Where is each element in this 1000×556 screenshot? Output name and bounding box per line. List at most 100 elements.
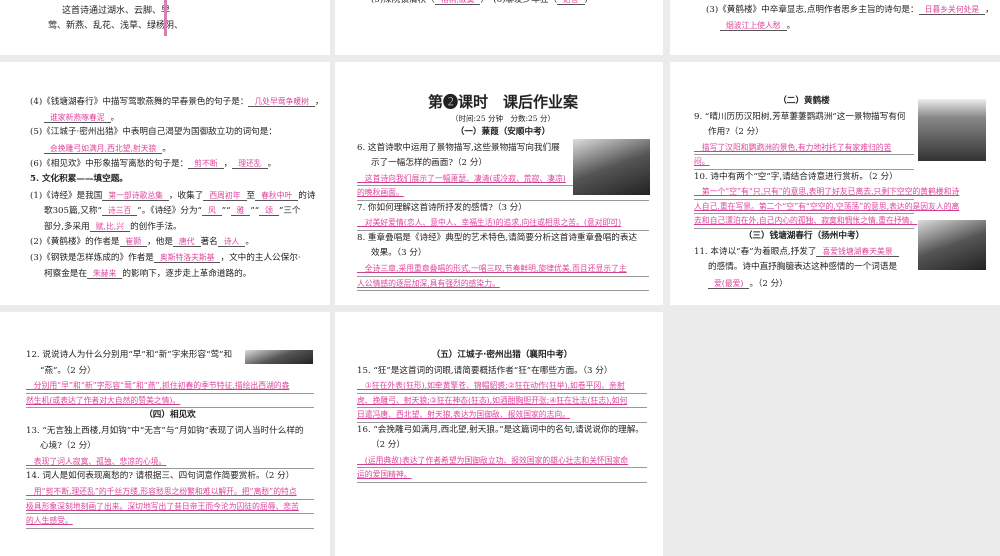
answer-blank: 爱(最爱) bbox=[708, 278, 750, 289]
text-line: 歌305篇,又称“ 诗三百 ”。《诗经》分为“ 风 ”“ 雅 ”“ 颂 ”三个 bbox=[30, 203, 324, 219]
yellow-crane-tower-photo bbox=[918, 99, 986, 161]
text: 5. 文化积累——填空题。 bbox=[30, 173, 128, 184]
text: (5)《江城子·密州出猎》中表明自己渴望为国御敌立功的词句是： bbox=[30, 127, 277, 138]
text: 人公情感的逐层加深,具有强烈的感染力。 bbox=[357, 278, 500, 288]
answer-blank: 梧桐,寂寞 bbox=[434, 0, 481, 5]
text: ， bbox=[223, 159, 233, 170]
text-line: 作用?（2 分） bbox=[694, 125, 914, 141]
text-line: 5. 文化积累——填空题。 bbox=[30, 172, 324, 188]
answer-line: 虎、挽雕弓、射天狼;③狂在神态(狂态),如酒酣胸胆开张;④狂在壮志(狂志),如何 bbox=[357, 394, 647, 409]
text-line: 效果。（3 分） bbox=[357, 246, 649, 262]
text: 的诗 bbox=[298, 190, 316, 201]
panel-text: （二）黄鹤楼 9. “晴川历历汉阳树,芳草萋萋鹦鹉洲”这一景物描写有何 作用?（2 … bbox=[694, 94, 959, 291]
text: 。 bbox=[245, 237, 254, 248]
panel-text: （4）《钱塘湖春行》这首诗通过湖水、云脚、早莺、新燕、乱花、浅草、绿杨阴、 bbox=[48, 0, 183, 35]
text: (3)《黄鹤楼》中卒章显志,点明作者思乡主旨的诗句是： bbox=[706, 5, 919, 15]
answer-blank: 第一部诗歌总集 bbox=[102, 190, 169, 201]
text: ，收集了 bbox=[168, 190, 204, 201]
text: ） bbox=[584, 0, 594, 5]
text: 描写了汉阳和鹦鹉洲的景色,有力地衬托了有家难归的苦 bbox=[694, 142, 892, 152]
page-panel-fill-blanks: (4)《钱塘湖春行》中描写莺歌燕舞的早春景色的句子是： 几处早莺争暖树，谁家新燕啄… bbox=[0, 62, 330, 305]
text: （时间:25 分钟 分数:25 分） bbox=[451, 114, 555, 123]
answer-blank: 烟波江上使人愁 bbox=[720, 20, 787, 31]
text-line: (3)《黄鹤楼》中卒章显志,点明作者思乡主旨的诗句是： 日暮乡关何处是， bbox=[706, 2, 994, 18]
answer-line: 描写了汉阳和鹦鹉洲的景色,有力地衬托了有家难归的苦 bbox=[694, 141, 914, 156]
text-line: 心境?（2 分） bbox=[26, 439, 314, 455]
page-panel-homework: 第❷课时 课后作业案 （时间:25 分钟 分数:25 分） （一）蒹葭（安顺中考） 6… bbox=[335, 62, 663, 305]
answer-blank: 唐代 bbox=[172, 237, 201, 248]
text-line: 会挽雕弓如满月,西北望,射天狼。 bbox=[30, 141, 324, 157]
section-heading: （二）黄鹤楼 bbox=[694, 94, 914, 110]
answer-blank: 几处早莺争暖树 bbox=[248, 97, 316, 107]
answer-line: 运的爱国精神。 bbox=[357, 468, 647, 483]
text-line: 8. 重章叠唱是《诗经》典型的艺术特色,请简要分析这首诗重章叠唱的表达 bbox=[357, 231, 649, 247]
text: （一）蒹葭 bbox=[455, 127, 499, 137]
answer-line: 对美好爱情(恋人、意中人、幸福生活)的追求,向往或相思之苦。(意对即可) bbox=[357, 216, 649, 231]
text: 心境?（2 分） bbox=[40, 441, 96, 452]
page-panel-yellow-crane: （二）黄鹤楼 9. “晴川历历汉阳树,芳草萋萋鹦鹉洲”这一景物描写有何 作用?（2 … bbox=[670, 62, 1000, 305]
text: 7. 你如何理解这首诗所抒发的感情?（3 分） bbox=[357, 202, 527, 213]
answer-line: 全诗三章,采用重章叠唱的形式,一唱三叹,节奏鲜明,旋律优美,而且还显示了主 bbox=[357, 262, 649, 277]
answer-line: 日遣冯唐、西北望、射天狼,表达为国御敌、报效国家的志向。 bbox=[357, 408, 647, 423]
text: 第❷课时 课后作业案 bbox=[427, 93, 578, 111]
text: ，他是 bbox=[147, 237, 173, 248]
text: （安顺中考） bbox=[498, 127, 551, 137]
panel-text: (3)《黄鹤楼》中卒章显志,点明作者思乡主旨的诗句是： 日暮乡关何处是， 烟波江上使… bbox=[706, 2, 994, 33]
text-line: 谁家新燕啄春泥。 bbox=[30, 110, 324, 126]
text: 去和自己漂泊在外,自己内心的孤独、寂寞和惆怅之情,重在抒情。 bbox=[694, 216, 918, 226]
answer-line: 表现了词人寂寞、孤独、悲凉的心境。 bbox=[26, 455, 314, 470]
panel-text: 热情。 bbox=[176, 0, 203, 5]
text-line: 这首诗通过湖水、云脚、早 bbox=[48, 4, 183, 20]
page-panel-top-left: （4）《钱塘湖春行》这首诗通过湖水、云脚、早莺、新燕、乱花、浅草、绿杨阴、 热情… bbox=[0, 0, 330, 55]
lake-photo bbox=[245, 350, 313, 364]
text: 13. “无言独上西楼,月如钩”中“无言”与“月如钩”表现了词人当时什么样的 bbox=[26, 425, 304, 436]
text-line: 15. “狂”是这首词的词眼,请简要概括作者“狂”在哪些方面。（3 分） bbox=[357, 364, 647, 380]
text: (3)《钢铁是怎样炼成的》作者是 bbox=[30, 252, 154, 263]
text-line: （2 分） bbox=[357, 438, 647, 454]
text: ） (6)聊发少年狂（ bbox=[480, 0, 558, 5]
answer-blank: 日暮乡关何处是 bbox=[918, 5, 986, 15]
text: (4)《钱塘湖春行》中描写莺歌燕舞的早春景色的句子是： bbox=[30, 97, 249, 107]
text: 。 bbox=[162, 143, 171, 154]
text: ”。《诗经》分为“ bbox=[137, 206, 202, 217]
answer-line: 然生机(或表达了作者对大自然的赞美之情)。 bbox=[26, 394, 314, 409]
answer-line: 用“剪不断,理还乱”的千丝万缕,形容愁思之纷繁和难以解开。把“离愁”的特点 bbox=[26, 485, 314, 500]
text: 示了一幅怎样的画面?（2 分） bbox=[371, 158, 487, 169]
answer-blank: 诗人 bbox=[217, 237, 246, 248]
text: 著名 bbox=[200, 237, 218, 248]
panel-text: 12. 说说诗人为什么分别用“早”和“新”字来形容“莺”和 “燕”。（2 分） 分… bbox=[26, 348, 314, 529]
answer-line: ①狂在外表(狂形),如牵黄擎苍、锦帽貂裘;②狂在动作(狂举),如卷平冈、亲射 bbox=[357, 379, 647, 394]
section-heading: （三）钱塘湖春行（扬州中考） bbox=[694, 229, 914, 245]
text: 的影响下，逐步走上革命道路的。 bbox=[122, 268, 252, 279]
answer-line: 极具形象深刻地刻画了出来。深切地写出了昔日帝王而今沦为囚徒的屈辱、悲苦 bbox=[26, 500, 314, 515]
text: ”三个 bbox=[278, 206, 301, 217]
answer-blank: 颂 bbox=[259, 206, 279, 217]
answer-line: 人公情感的逐层加深,具有强烈的感染力。 bbox=[357, 277, 649, 292]
text: 的人生感受。 bbox=[26, 516, 73, 526]
text: ， bbox=[315, 97, 324, 107]
text: (5)深院锁清秋（ bbox=[371, 0, 435, 5]
section-heading: （四）相见欢 bbox=[26, 408, 314, 424]
text-line: (2)《黄鹤楼》的作者是 崔颢 ，他是 唐代 著名 诗人。 bbox=[30, 234, 324, 250]
text: ，文中的主人公保尔· bbox=[220, 252, 301, 263]
text: 闷。 bbox=[694, 157, 710, 167]
answer-blank: 春秋中叶 bbox=[255, 190, 299, 201]
text: 15. “狂”是这首词的词眼,请简要概括作者“狂”在哪些方面。（3 分） bbox=[357, 365, 613, 376]
page-panel-top-middle: (5)深院锁清秋（梧桐,寂寞） (6)聊发少年狂（始言） bbox=[335, 0, 663, 55]
text: 虎、挽雕弓、射天狼;③狂在神态(狂态),如酒酣胸胆开张;④狂在壮志(狂志),如何 bbox=[357, 395, 628, 405]
panel-text: (4)《钱塘湖春行》中描写莺歌燕舞的早春景色的句子是： 几处早莺争暖树，谁家新燕啄… bbox=[30, 94, 324, 281]
text: 热情。 bbox=[176, 0, 203, 1]
answer-blank: 喜爱钱塘湖春天美景 bbox=[816, 247, 899, 258]
text: 日遣冯唐、西北望、射天狼,表达为国御敌、报效国家的志向。 bbox=[357, 410, 570, 420]
text-line: (1)《诗经》是我国 第一部诗歌总集 ，收集了 西周初年至春秋中叶 的诗 bbox=[30, 188, 324, 204]
answer-line: 分别用“早”和“新”字形容“莺”和“燕”,抓住初春的季节特征,描绘出西湖的盎 bbox=[26, 379, 314, 394]
text: 16. “会挽雕弓如满月,西北望,射天狼。”是这篇词中的名句,请说说你的理解。 bbox=[357, 424, 644, 435]
text-line: 13. “无言独上西楼,月如钩”中“无言”与“月如钩”表现了词人当时什么样的 bbox=[26, 424, 314, 440]
text: 这首诗通过湖水、云脚、早 bbox=[62, 5, 171, 16]
answer-line: 第一个“空”有“只,只有”的意思,表明了好友已离去,只剩下空空的黄鹤楼和诗 bbox=[694, 185, 959, 200]
text-line: (6)《相见欢》中形象描写离愁的句子是： 剪不断，理还乱。 bbox=[30, 156, 324, 172]
text: 莺、新燕、乱花、浅草、绿杨阴、 bbox=[48, 21, 184, 32]
answer-line: 人自己,重在写景。第二个“空”有“空空的,空荡荡”的意思,表达的是因友人的离 bbox=[694, 200, 959, 215]
text: 歌305篇,又称“ bbox=[44, 206, 102, 217]
text: （扬州中考） bbox=[812, 230, 865, 241]
